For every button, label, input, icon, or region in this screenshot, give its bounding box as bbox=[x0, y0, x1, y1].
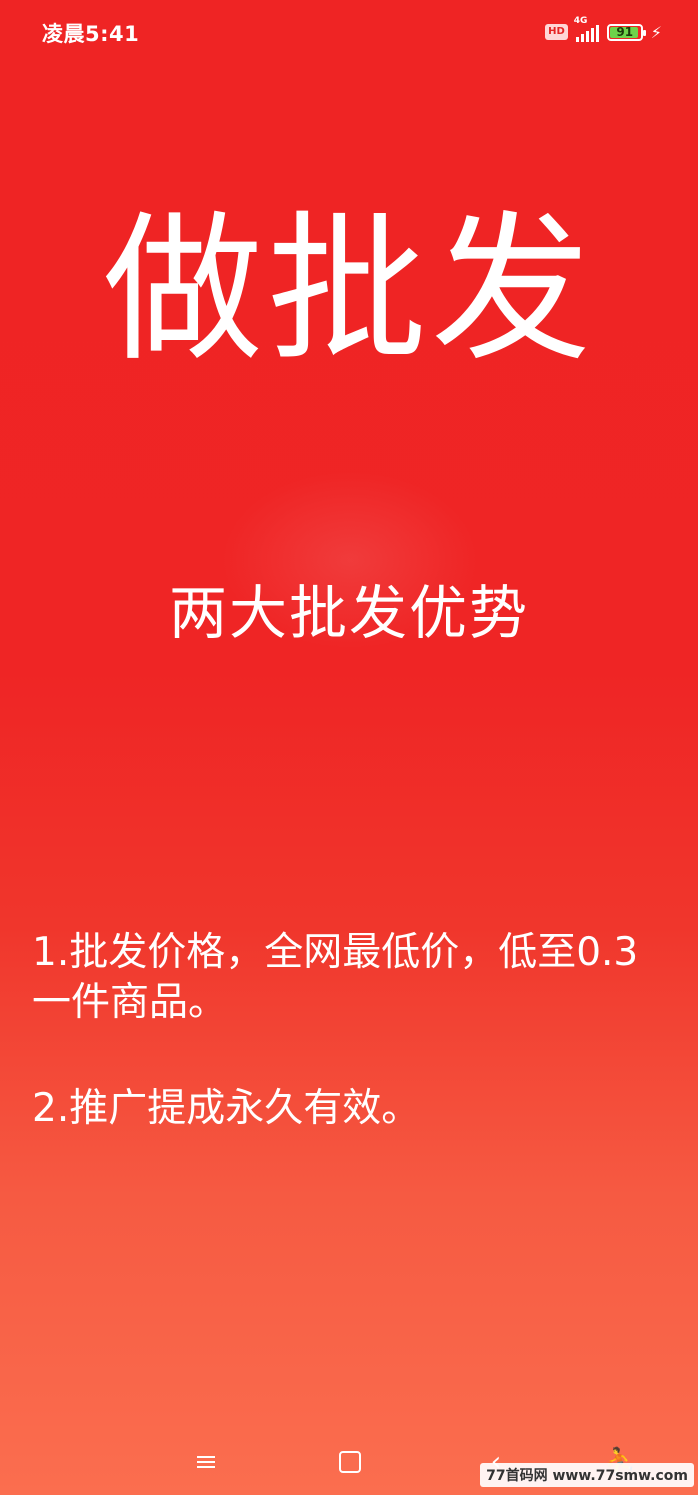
status-bar: 凌晨5:41 HD 4G 91 ⚡ bbox=[0, 0, 698, 64]
charging-icon: ⚡ bbox=[650, 22, 662, 42]
battery-icon: 91 bbox=[606, 23, 646, 41]
headline: 做批发 bbox=[102, 196, 595, 383]
subtitle: 两大批发优势 bbox=[168, 579, 529, 647]
home-icon[interactable] bbox=[330, 1445, 370, 1479]
navigation-bar: ‹ ⛹ 77首码网 www.77smw.com bbox=[0, 1435, 698, 1495]
advantage-point-2: 2.推广提成永久有效。 bbox=[32, 1086, 421, 1131]
watermark: 77首码网 www.77smw.com bbox=[480, 1463, 694, 1487]
network-type: 4G bbox=[573, 16, 588, 26]
hd-icon: HD bbox=[545, 24, 568, 40]
signal-icon: 4G bbox=[574, 16, 599, 42]
status-time: 凌晨5:41 bbox=[42, 22, 140, 46]
battery-level: 91 bbox=[616, 24, 634, 39]
advantage-point-1: 1.批发价格，全网最低价，低至0.3一件商品。 bbox=[32, 930, 639, 1025]
status-icons: HD 4G 91 ⚡ bbox=[545, 16, 662, 44]
menu-icon[interactable] bbox=[186, 1445, 226, 1479]
